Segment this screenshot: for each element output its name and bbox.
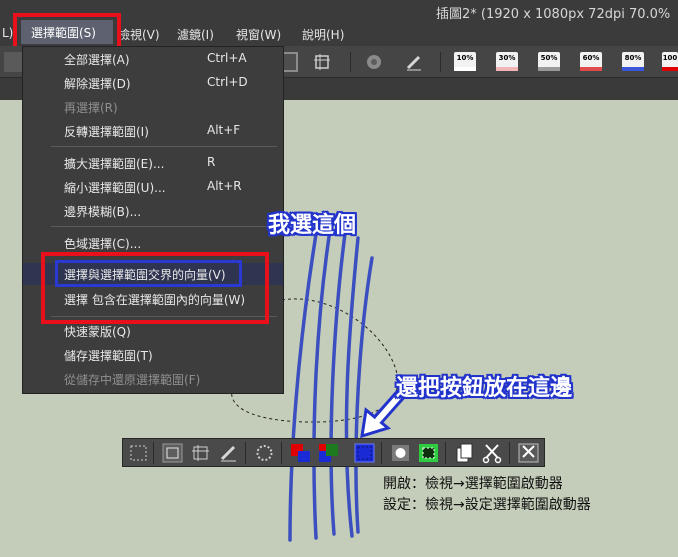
vector-strokes (288, 220, 374, 542)
launcher-separator (245, 442, 246, 464)
menu-item-label: 反轉選擇範圍(I) (64, 125, 149, 139)
vector-red-blue-icon[interactable] (289, 442, 312, 464)
menu-item-restore-selection: 從儲存中還原選擇範圍(F) (23, 368, 283, 390)
callout-button-location: 還把按鈕放在這邊 (396, 376, 573, 401)
stage: 插圖2* (1920 x 1080px 72dpi 70.0% L) 檢視(V)… (0, 0, 678, 557)
menu-item-label: 全部選擇(A) (64, 53, 130, 67)
menu-item-expand-selection[interactable]: 擴大選擇範圍(E)... R (23, 152, 283, 174)
menu-item-label: 解除選擇(D) (64, 77, 131, 91)
menu-item-shrink-selection[interactable]: 縮小選擇範圍(U)... Alt+R (23, 176, 283, 198)
highlight-selected-option (55, 260, 242, 287)
menu-item-label: 快速蒙版(Q) (64, 325, 131, 339)
info-open: 開啟：檢視→選擇範圍啟動器 (383, 476, 563, 492)
copy-icon[interactable] (453, 442, 476, 464)
menu-separator (51, 146, 277, 147)
launcher-separator (153, 442, 154, 464)
menu-separator (51, 226, 277, 227)
selection-dropdown-menu: 全部選擇(A) Ctrl+A 解除選擇(D) Ctrl+D 再選擇(R) 反轉選… (22, 46, 284, 394)
cut-paste-icon[interactable] (517, 442, 540, 464)
vector-line (354, 256, 374, 534)
selection-rect-icon[interactable] (127, 442, 150, 464)
menu-item-label: 縮小選擇範圍(U)... (64, 181, 166, 195)
launcher-separator (509, 442, 510, 464)
menu-item-shortcut: Ctrl+D (207, 75, 248, 89)
menu-item-label: 色域選擇(C)... (64, 237, 142, 251)
pen-edit-icon[interactable] (217, 442, 240, 464)
info-settings: 設定：檢視→設定選擇範圍啟動器 (383, 497, 591, 513)
menu-item-shortcut: Alt+R (207, 179, 242, 193)
menu-item-shortcut: Alt+F (207, 123, 241, 137)
fit-green-icon[interactable] (417, 442, 440, 464)
menu-item-label: 邊界模糊(B)... (64, 205, 142, 219)
vector-red-green-icon[interactable] (317, 442, 340, 464)
menu-item-deselect[interactable]: 解除選擇(D) Ctrl+D (23, 72, 283, 94)
menu-item-reselect: 再選擇(R) (23, 96, 283, 118)
selection-rect-active-icon[interactable] (161, 442, 184, 464)
vector-line (312, 228, 332, 540)
menu-item-label: 儲存選擇範圍(T) (64, 349, 153, 363)
launcher-separator (445, 442, 446, 464)
menu-item-label: 再選擇(R) (64, 101, 118, 115)
menu-item-invert-selection[interactable]: 反轉選擇範圍(I) Alt+F (23, 120, 283, 142)
vector-line (329, 224, 348, 536)
select-vector-icon[interactable] (353, 442, 376, 464)
menu-item-label: 從儲存中還原選擇範圍(F) (64, 373, 201, 387)
menu-item-select-all[interactable]: 全部選擇(A) Ctrl+A (23, 48, 283, 70)
menu-item-store-selection[interactable]: 儲存選擇範圍(T) (23, 344, 283, 366)
menu-item-label: 擴大選擇範圍(E)... (64, 157, 165, 171)
launcher-separator (381, 442, 382, 464)
transform-icon[interactable] (189, 442, 212, 464)
menu-item-color-range[interactable]: 色域選擇(C)... (23, 232, 283, 254)
menu-item-shortcut: Ctrl+A (207, 51, 247, 65)
callout-choose: 我選這個 (268, 213, 357, 238)
launcher-separator (281, 442, 282, 464)
selection-launcher (122, 438, 545, 467)
spinner-icon[interactable] (253, 442, 276, 464)
menu-item-shortcut: R (207, 155, 216, 169)
scissors-icon[interactable] (481, 442, 504, 464)
record-icon[interactable] (389, 442, 412, 464)
menu-item-blur-border[interactable]: 邊界模糊(B)... (23, 200, 283, 222)
